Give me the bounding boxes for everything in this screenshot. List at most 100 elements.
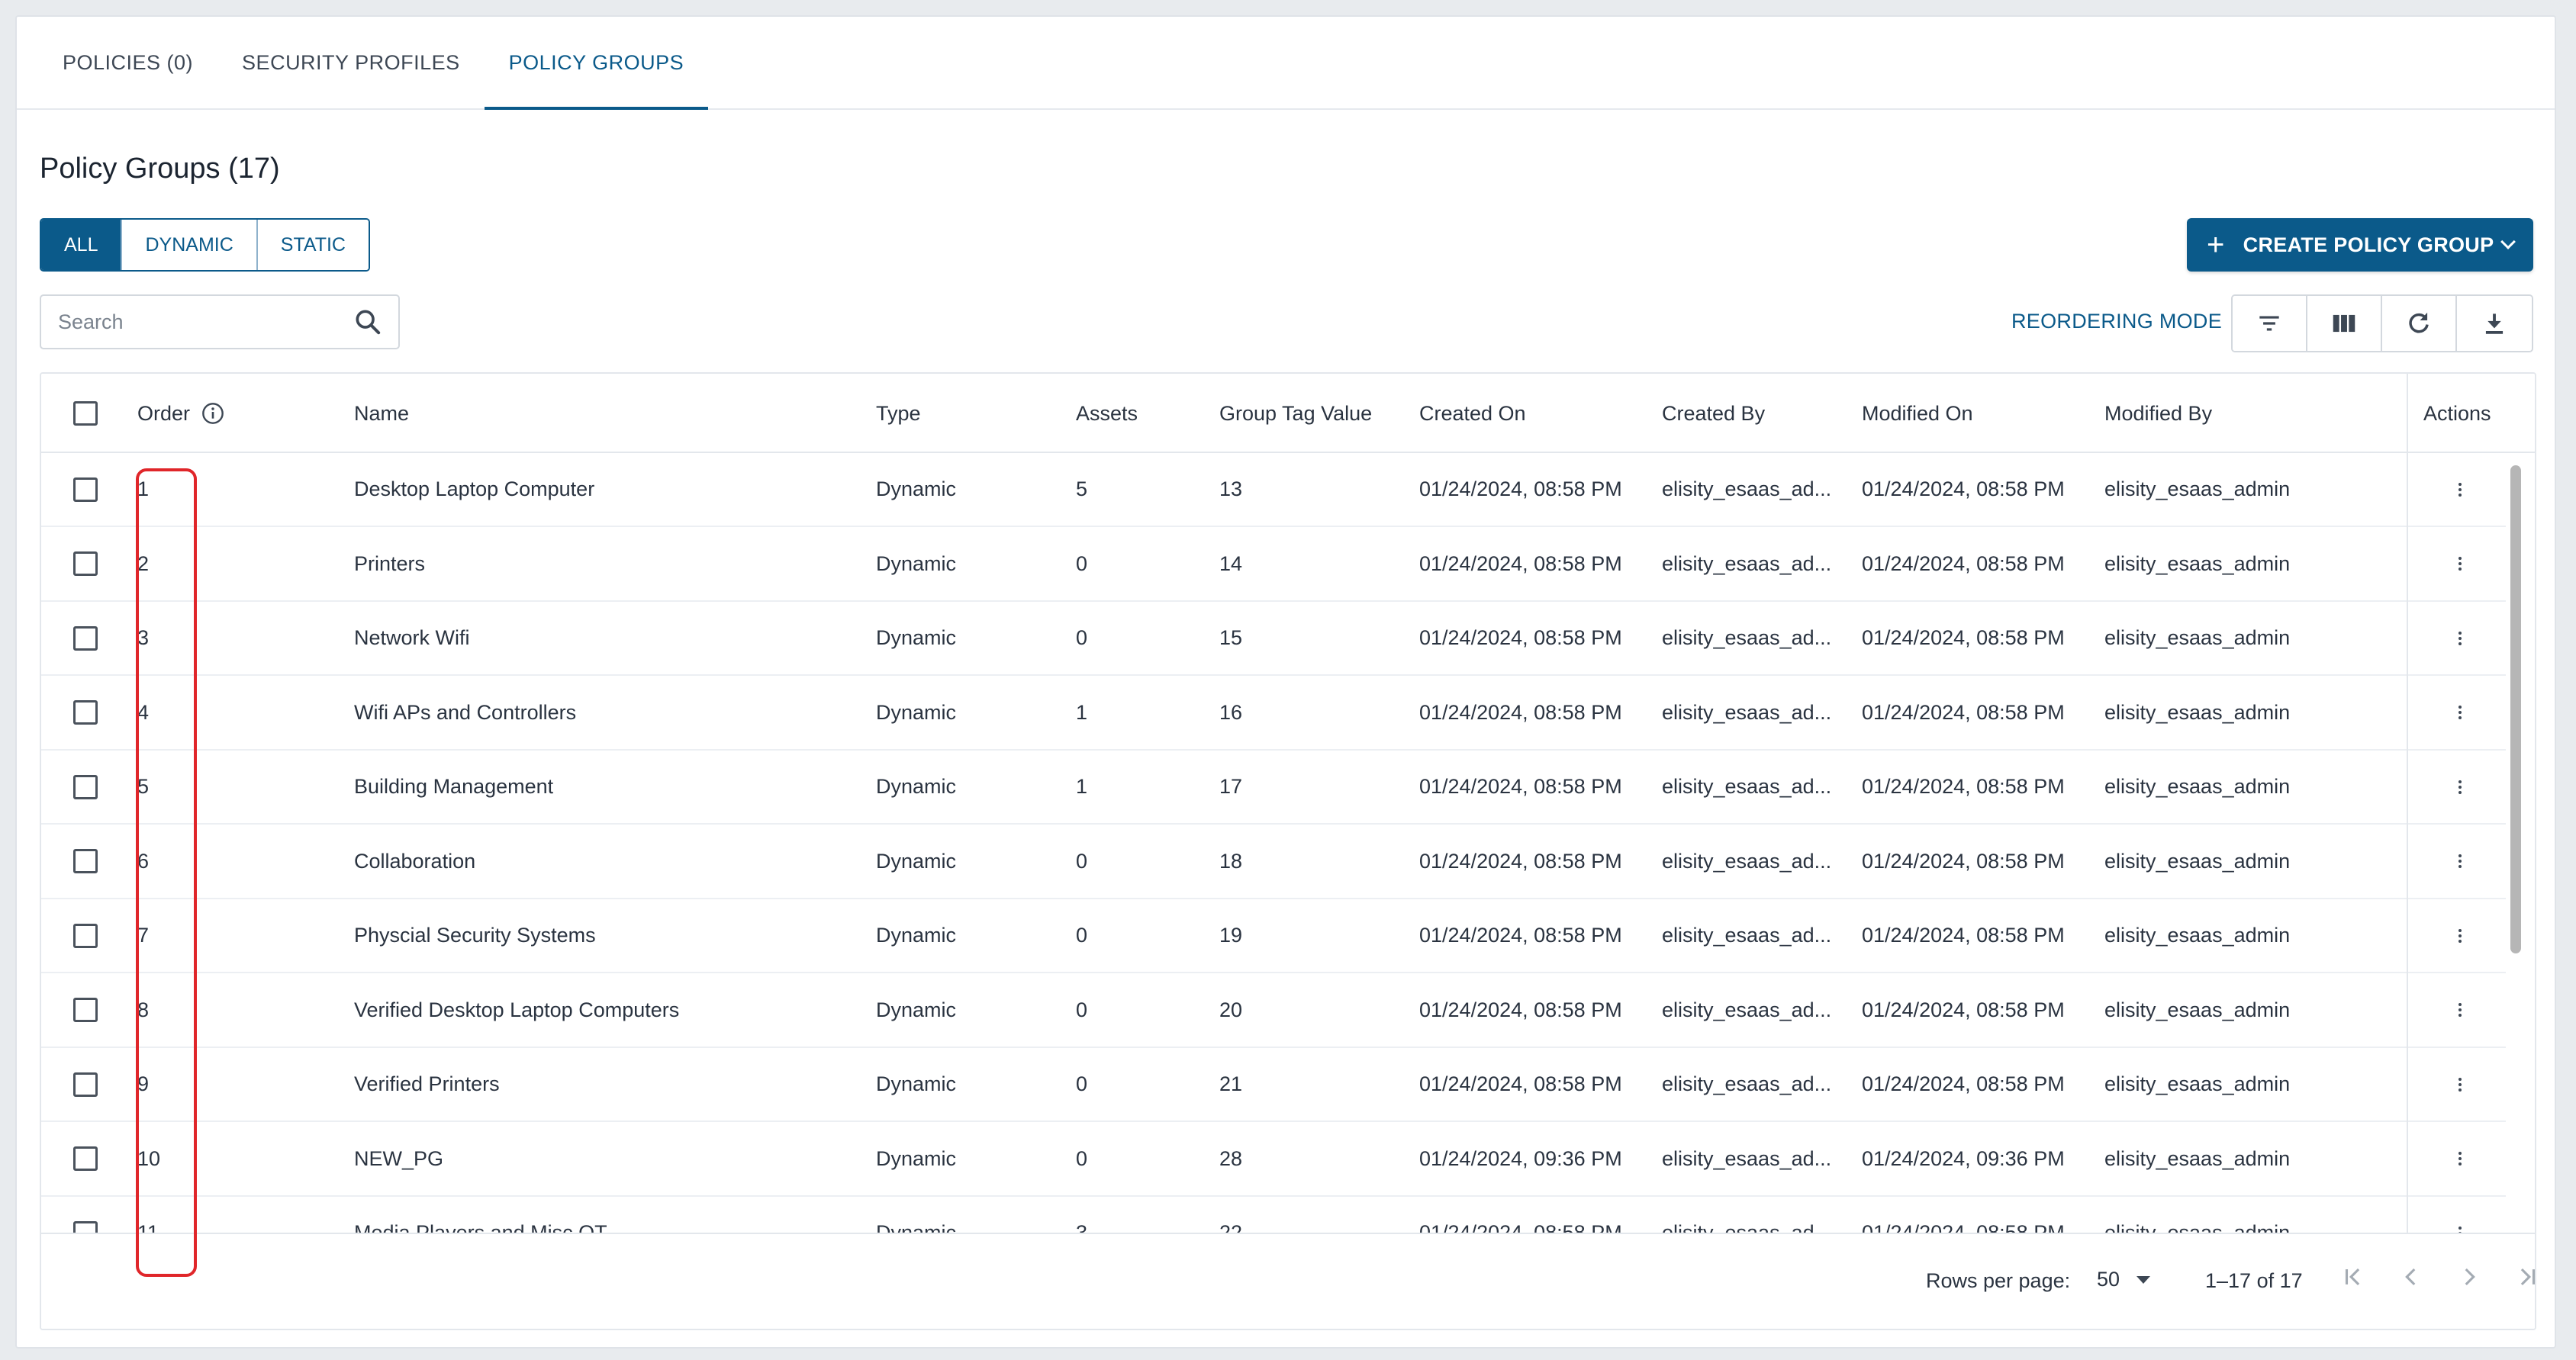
table-footer: Rows per page: 50 1–17 of 17 [41,1233,2535,1329]
modified-on-cell: 01/24/2024, 08:58 PM [1862,775,2065,798]
table-row[interactable]: 7 Physcial Security Systems Dynamic 0 19 01/2… [41,899,2506,973]
group-tag-cell: 28 [1219,1146,1243,1170]
row-actions-button[interactable] [2458,453,2462,526]
previous-page-button[interactable] [2396,1262,2426,1292]
column-header-modified-on[interactable]: Modified On [1862,374,1973,453]
table-header: Order Name Type Assets Group Tag Value C… [41,374,2535,453]
select-all-checkbox[interactable] [73,401,98,426]
column-header-created-on[interactable]: Created On [1419,374,1526,453]
row-checkbox[interactable] [73,551,98,576]
tab-policy-groups[interactable]: POLICY GROUPS [484,17,709,110]
assets-cell: 0 [1076,1146,1088,1170]
chevron-down-icon[interactable] [2500,234,2516,249]
created-on-cell: 01/24/2024, 08:58 PM [1419,700,1622,724]
row-actions-button[interactable] [2458,602,2462,674]
group-tag-cell: 15 [1219,626,1243,649]
row-select-cell [73,677,98,749]
table-row[interactable]: 5 Building Management Dynamic 1 17 01/24/2024… [41,751,2506,825]
type-cell: Dynamic [876,849,957,873]
table-row[interactable]: 6 Collaboration Dynamic 0 18 01/24/2024, 08:5… [41,825,2506,899]
row-checkbox[interactable] [73,477,98,502]
rows-per-page-select[interactable]: 50 [2097,1268,2151,1291]
row-checkbox[interactable] [73,774,98,799]
created-on-cell: 01/24/2024, 08:58 PM [1419,551,1622,575]
type-cell: Dynamic [876,775,957,798]
row-actions-button[interactable] [2458,677,2462,749]
download-icon [2485,313,2504,334]
row-checkbox[interactable] [73,849,98,873]
more-vertical-icon [2458,557,2462,571]
row-actions-button[interactable] [2458,1197,2462,1233]
column-header-name[interactable]: Name [354,374,409,453]
first-page-button[interactable] [2338,1262,2368,1292]
tab-security-profiles[interactable]: SECURITY PROFILES [217,17,485,108]
modified-on-cell: 01/24/2024, 08:58 PM [1862,1221,2065,1233]
row-checkbox[interactable] [73,1146,98,1171]
modified-on-cell: 01/24/2024, 09:36 PM [1862,1146,2065,1170]
table-row[interactable]: 11 Media Players and Misc OT Dynamic 3 22 01/… [41,1197,2506,1233]
refresh-button[interactable] [2382,296,2457,351]
row-actions-button[interactable] [2458,899,2462,972]
filter-static-button[interactable]: STATIC [257,220,369,270]
table-row[interactable]: 4 Wifi APs and Controllers Dynamic 1 16 01/24… [41,677,2506,751]
next-page-button[interactable] [2454,1262,2484,1292]
columns-button[interactable] [2307,296,2382,351]
last-page-button[interactable] [2512,1262,2535,1292]
row-checkbox[interactable] [73,700,98,725]
row-actions-button[interactable] [2458,528,2462,600]
table-row[interactable]: 9 Verified Printers Dynamic 0 21 01/24/2024, … [41,1048,2506,1122]
column-header-assets[interactable]: Assets [1076,374,1138,453]
search-icon[interactable] [353,307,383,337]
order-cell: 9 [137,1072,150,1095]
modified-by-cell: elisity_esaas_admin [2104,1221,2291,1233]
row-actions-button[interactable] [2458,1123,2462,1195]
created-by-cell: elisity_esaas_ad... [1662,1146,1832,1170]
scrollbar-thumb[interactable] [2510,465,2521,953]
row-actions-button[interactable] [2458,825,2462,898]
more-vertical-icon [2458,1152,2462,1165]
name-cell: Wifi APs and Controllers [354,700,577,724]
reordering-mode-button[interactable]: REORDERING MODE [2011,310,2222,333]
name-cell: Desktop Laptop Computer [354,477,595,500]
row-checkbox[interactable] [73,998,98,1022]
table-row[interactable]: 3 Network Wifi Dynamic 0 15 01/24/2024, 08:58… [41,602,2506,676]
row-checkbox[interactable] [73,625,98,651]
page-title: Policy Groups (17) [40,153,280,185]
row-checkbox[interactable] [73,1220,98,1233]
column-header-modified-by[interactable]: Modified By [2104,374,2212,453]
search-box [40,294,400,349]
table-row[interactable]: 2 Printers Dynamic 0 14 01/24/2024, 08:58 PM e… [41,528,2506,602]
row-actions-button[interactable] [2458,974,2462,1047]
create-policy-group-button[interactable]: + CREATE POLICY GROUP [2187,218,2533,272]
modified-on-cell: 01/24/2024, 08:58 PM [1862,849,2065,873]
filter-all-button[interactable]: ALL [41,220,123,270]
column-header-created-by[interactable]: Created By [1662,374,1765,453]
column-header-order[interactable]: Order [137,374,225,453]
search-input[interactable] [56,309,353,335]
row-checkbox[interactable] [73,923,98,948]
table-row[interactable]: 8 Verified Desktop Laptop Computers Dynami… [41,974,2506,1048]
created-on-cell: 01/24/2024, 08:58 PM [1419,1072,1622,1095]
download-button[interactable] [2457,296,2532,351]
row-select-cell [73,751,98,823]
tab-policies[interactable]: POLICIES (0) [38,17,217,108]
row-checkbox[interactable] [73,1072,98,1097]
column-header-type[interactable]: Type [876,374,921,453]
column-header-group-tag[interactable]: Group Tag Value [1219,374,1372,453]
created-by-cell: elisity_esaas_ad... [1662,551,1832,575]
filter-button[interactable] [2233,296,2307,351]
modified-by-cell: elisity_esaas_admin [2104,700,2291,724]
row-select-cell [73,1123,98,1195]
order-cell: 4 [137,700,150,724]
table-row[interactable]: 10 NEW_PG Dynamic 0 28 01/24/2024, 09:36 PM el… [41,1123,2506,1197]
rows-per-page-label: Rows per page: [1926,1269,2071,1292]
table-row[interactable]: 1 Desktop Laptop Computer Dynamic 5 13 01/24/… [41,453,2506,527]
modified-on-cell: 01/24/2024, 08:58 PM [1862,998,2065,1021]
info-icon[interactable] [201,401,225,426]
group-tag-cell: 20 [1219,998,1243,1021]
filter-dynamic-button[interactable]: DYNAMIC [122,220,258,270]
row-actions-button[interactable] [2458,751,2462,823]
row-actions-button[interactable] [2458,1048,2462,1120]
modified-by-cell: elisity_esaas_admin [2104,626,2291,649]
order-cell: 7 [137,924,150,947]
